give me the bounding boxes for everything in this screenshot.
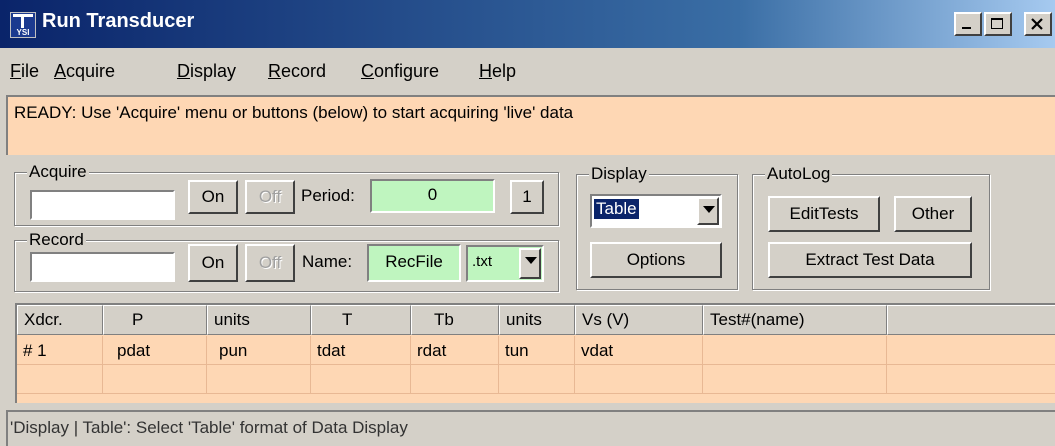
- maximize-button[interactable]: [984, 12, 1012, 36]
- column-header-t[interactable]: T: [311, 305, 411, 335]
- minimize-button[interactable]: [954, 12, 982, 36]
- table-cell: rdat: [411, 336, 499, 365]
- column-header-vs[interactable]: Vs (V): [575, 305, 703, 335]
- display-format-value: Table: [593, 198, 640, 220]
- table-cell: vdat: [575, 336, 703, 365]
- title-bar[interactable]: YSI Run Transducer: [0, 0, 1055, 48]
- record-extension-value: .txt: [472, 253, 493, 270]
- table-header: Xdcr. P units T Tb units Vs (V) Test#(na…: [17, 305, 1055, 335]
- column-header-p-units[interactable]: units: [207, 305, 311, 335]
- run-transducer-window: YSI Run Transducer File Acquire Display …: [0, 0, 1055, 446]
- window-title: Run Transducer: [42, 10, 195, 32]
- table-cell: [575, 365, 703, 394]
- data-table[interactable]: Xdcr. P units T Tb units Vs (V) Test#(na…: [15, 303, 1055, 403]
- table-cell: # 1: [17, 336, 103, 365]
- menu-file[interactable]: File: [10, 61, 39, 82]
- display-format-select[interactable]: Table: [590, 194, 722, 228]
- table-row[interactable]: # 1 pdat pun tdat rdat tun vdat: [17, 336, 1055, 365]
- record-status-field[interactable]: [30, 252, 175, 282]
- table-cell: [499, 365, 575, 394]
- table-row[interactable]: [17, 365, 1055, 394]
- table-cell: tdat: [311, 336, 411, 365]
- table-cell: pun: [207, 336, 311, 365]
- close-button[interactable]: [1024, 12, 1052, 36]
- other-button[interactable]: Other: [894, 196, 972, 232]
- table-cell: [207, 365, 311, 394]
- menu-configure[interactable]: Configure: [361, 61, 439, 82]
- extract-test-data-button[interactable]: Extract Test Data: [768, 242, 972, 278]
- column-header-t-units[interactable]: units: [499, 305, 575, 335]
- period-step-button[interactable]: 1: [510, 180, 544, 214]
- status-message: READY: Use 'Acquire' menu or buttons (be…: [14, 103, 574, 122]
- maximize-icon: [991, 18, 1003, 29]
- column-header-test[interactable]: Test#(name): [703, 305, 887, 335]
- menu-bar: File Acquire Display Record Configure He…: [0, 54, 1055, 88]
- table-cell: [887, 365, 1055, 394]
- table-cell: [703, 336, 887, 365]
- record-on-button[interactable]: On: [188, 244, 238, 282]
- record-name-input[interactable]: RecFile: [367, 244, 461, 282]
- column-header-tb[interactable]: Tb: [411, 305, 499, 335]
- minimize-icon: [962, 27, 971, 29]
- display-group-title: Display: [589, 164, 649, 184]
- menu-help[interactable]: Help: [479, 61, 516, 82]
- status-message-box: READY: Use 'Acquire' menu or buttons (be…: [6, 95, 1055, 155]
- acquire-group-title: Acquire: [27, 162, 89, 182]
- menu-display[interactable]: Display: [177, 61, 236, 82]
- table-cell: [703, 365, 887, 394]
- record-extension-select[interactable]: .txt: [466, 245, 544, 282]
- acquire-on-button[interactable]: On: [188, 180, 238, 214]
- acquire-status-field[interactable]: [30, 190, 175, 220]
- record-group-title: Record: [27, 230, 86, 250]
- ysi-app-icon[interactable]: YSI: [10, 12, 36, 38]
- column-header-extra[interactable]: [887, 305, 1055, 335]
- status-bar: 'Display | Table': Select 'Table' format…: [6, 410, 1055, 446]
- acquire-off-button[interactable]: Off: [245, 180, 295, 214]
- period-input[interactable]: 0: [370, 179, 495, 213]
- table-cell: tun: [499, 336, 575, 365]
- table-cell: [887, 336, 1055, 365]
- column-header-p[interactable]: P: [103, 305, 207, 335]
- menu-acquire[interactable]: Acquire: [54, 61, 115, 82]
- period-label: Period:: [301, 186, 355, 205]
- edit-tests-button[interactable]: EditTests: [768, 196, 880, 232]
- table-cell: [17, 365, 103, 394]
- record-off-button[interactable]: Off: [245, 244, 295, 282]
- display-options-button[interactable]: Options: [590, 242, 722, 278]
- status-bar-text: 'Display | Table': Select 'Table' format…: [10, 418, 408, 437]
- table-cell: [311, 365, 411, 394]
- table-cell: pdat: [103, 336, 207, 365]
- table-cell: [103, 365, 207, 394]
- menu-record[interactable]: Record: [268, 61, 326, 82]
- dropdown-arrow-icon[interactable]: [519, 248, 541, 279]
- table-cell: [411, 365, 499, 394]
- close-icon: [1031, 18, 1043, 30]
- dropdown-arrow-icon[interactable]: [697, 197, 719, 225]
- column-header-xdcr[interactable]: Xdcr.: [17, 305, 103, 335]
- name-label: Name:: [302, 252, 353, 271]
- autolog-group-title: AutoLog: [765, 164, 833, 184]
